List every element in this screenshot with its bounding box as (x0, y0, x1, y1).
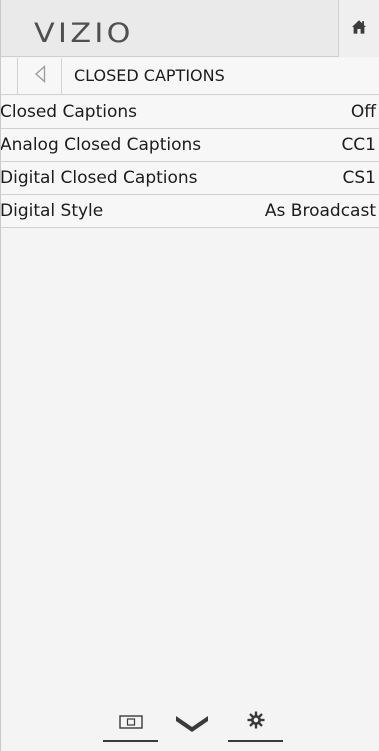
menu-item-label: Digital Closed Captions (0, 168, 198, 188)
menu-item-digital-closed-captions[interactable]: Digital Closed Captions CS1 (0, 162, 379, 195)
settings-underline (228, 740, 283, 742)
bottom-nav-bar (103, 700, 283, 742)
page-title: CLOSED CAPTIONS (74, 66, 225, 85)
vizio-logo: VIZIO (34, 18, 134, 49)
vizio-v-button[interactable] (172, 700, 212, 742)
vizio-settings-panel: VIZIO CLOSED CAPTIONS Closed Captions Of… (0, 0, 379, 751)
menu-item-label: Closed Captions (0, 102, 138, 122)
vizio-v-icon (175, 714, 209, 740)
settings-menu-list: Closed Captions Off Analog Closed Captio… (0, 96, 379, 228)
breadcrumb: CLOSED CAPTIONS (0, 58, 379, 95)
menu-item-value: Off (350, 102, 376, 122)
input-icon (118, 714, 143, 733)
menu-item-value: CC1 (341, 135, 376, 155)
settings-button[interactable] (228, 700, 283, 742)
home-button[interactable] (338, 0, 379, 57)
back-arrow-icon (34, 65, 46, 87)
menu-item-value: CS1 (342, 168, 376, 188)
home-icon (351, 19, 367, 39)
menu-item-digital-style[interactable]: Digital Style As Broadcast (0, 195, 379, 228)
input-underline (103, 740, 158, 742)
settings-gear-icon (247, 711, 265, 733)
header-bar: VIZIO (0, 0, 379, 57)
menu-item-closed-captions[interactable]: Closed Captions Off (0, 96, 379, 129)
menu-item-label: Digital Style (0, 201, 104, 221)
menu-item-label: Analog Closed Captions (0, 135, 202, 155)
menu-item-analog-closed-captions[interactable]: Analog Closed Captions CC1 (0, 129, 379, 162)
input-button[interactable] (103, 700, 158, 742)
menu-item-value: As Broadcast (264, 201, 376, 221)
back-button[interactable] (17, 58, 62, 94)
